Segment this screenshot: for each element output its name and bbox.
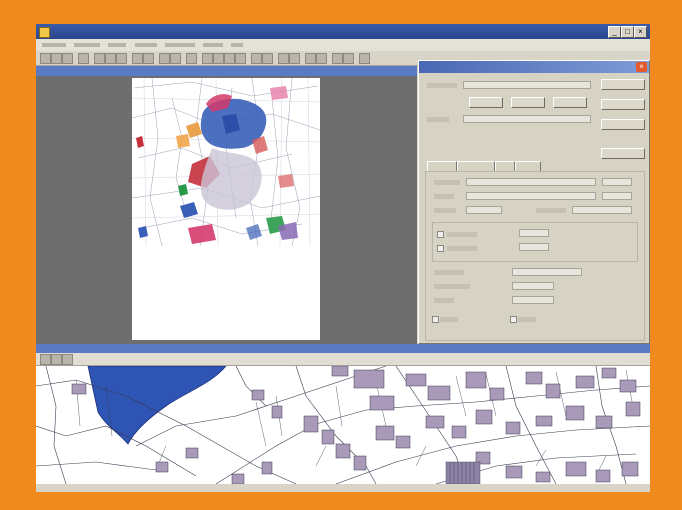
draw-line-icon[interactable] — [213, 53, 224, 64]
measure-icon[interactable] — [235, 53, 246, 64]
numeric-field[interactable] — [602, 178, 632, 186]
text-field[interactable] — [463, 81, 591, 89]
numeric-field[interactable] — [602, 192, 632, 200]
options-group — [432, 222, 638, 262]
redo-icon[interactable] — [143, 53, 154, 64]
zoom-out-icon[interactable] — [170, 53, 181, 64]
dialog-button[interactable] — [511, 97, 545, 108]
help-icon[interactable] — [359, 53, 370, 64]
tab-general[interactable] — [427, 161, 457, 171]
menu-item[interactable] — [42, 43, 66, 47]
pan-icon[interactable] — [62, 354, 73, 365]
table-icon[interactable] — [332, 53, 343, 64]
dialog-button-help[interactable] — [601, 148, 645, 159]
field-label — [434, 208, 456, 213]
dialog-button[interactable] — [553, 97, 587, 108]
app-icon — [39, 27, 50, 38]
status-bar — [36, 484, 650, 492]
field-label — [427, 117, 449, 122]
field-label — [536, 208, 566, 213]
numeric-field[interactable] — [519, 229, 549, 237]
field-label — [434, 284, 470, 289]
dialog-button-ok[interactable] — [601, 79, 645, 90]
print-page-preview[interactable] — [132, 78, 320, 340]
dropdown-field[interactable] — [572, 206, 632, 214]
checkbox[interactable] — [432, 316, 439, 323]
map-toolbar — [36, 353, 650, 366]
print-icon[interactable] — [78, 53, 89, 64]
refresh-icon[interactable] — [278, 53, 289, 64]
cadastral-map[interactable] — [36, 366, 650, 484]
checkbox-label — [447, 246, 477, 251]
dialog-button-apply[interactable] — [601, 119, 645, 130]
menu-item[interactable] — [164, 43, 195, 47]
menu-item[interactable] — [74, 43, 101, 47]
info-icon[interactable] — [289, 53, 300, 64]
overview-map — [132, 78, 320, 247]
dialog-button-cancel[interactable] — [601, 99, 645, 110]
draw-polygon-icon[interactable] — [224, 53, 235, 64]
checkbox[interactable] — [437, 231, 444, 238]
dropdown-field[interactable] — [512, 268, 582, 276]
tab-text[interactable] — [495, 161, 515, 171]
pan-icon[interactable] — [186, 53, 197, 64]
tab-panel — [425, 171, 645, 341]
checkbox[interactable] — [437, 245, 444, 252]
minimize-button[interactable]: _ — [608, 26, 621, 38]
menu-item[interactable] — [108, 43, 127, 47]
map-pane-header — [36, 344, 650, 353]
tab-settings[interactable] — [457, 161, 495, 171]
layers-icon[interactable] — [251, 53, 262, 64]
chart-icon[interactable] — [343, 53, 354, 64]
snap-icon[interactable] — [316, 53, 327, 64]
checkbox-label — [440, 317, 458, 322]
map-view-pane[interactable] — [36, 344, 650, 490]
zoom-in-icon[interactable] — [40, 354, 51, 365]
zoom-out-icon[interactable] — [51, 354, 62, 365]
field-label — [427, 83, 457, 88]
menu-item[interactable] — [203, 43, 224, 47]
paste-icon[interactable] — [116, 53, 127, 64]
layout-view-pane — [36, 66, 417, 344]
dialog-title[interactable] — [419, 61, 649, 73]
field-label — [434, 194, 454, 199]
dialog-button[interactable] — [469, 97, 503, 108]
save-icon[interactable] — [62, 53, 73, 64]
new-icon[interactable] — [40, 53, 51, 64]
text-field[interactable] — [512, 282, 554, 290]
tab-options[interactable] — [515, 161, 541, 171]
menu-item[interactable] — [231, 43, 244, 47]
text-field[interactable] — [463, 115, 591, 123]
close-button[interactable]: × — [634, 26, 647, 38]
properties-dialog: × — [418, 60, 650, 344]
copy-icon[interactable] — [105, 53, 116, 64]
cut-icon[interactable] — [94, 53, 105, 64]
menu-bar[interactable] — [36, 39, 650, 51]
screenshot-frame: _ □ × × — [36, 24, 650, 492]
undo-icon[interactable] — [132, 53, 143, 64]
numeric-field[interactable] — [519, 243, 549, 251]
grid-icon[interactable] — [305, 53, 316, 64]
select-icon[interactable] — [202, 53, 213, 64]
dialog-close-button[interactable]: × — [636, 62, 647, 72]
layout-pane-header — [36, 66, 417, 76]
maximize-button[interactable]: □ — [621, 26, 634, 38]
field-label — [434, 270, 464, 275]
open-icon[interactable] — [51, 53, 62, 64]
checkbox-label — [518, 317, 536, 322]
app-titlebar[interactable]: _ □ × — [36, 24, 650, 39]
checkbox-label — [447, 232, 477, 237]
field-label — [434, 298, 454, 303]
field-label — [434, 180, 460, 185]
properties-icon[interactable] — [262, 53, 273, 64]
checkbox[interactable] — [510, 316, 517, 323]
text-field[interactable] — [512, 296, 554, 304]
dropdown-field[interactable] — [466, 206, 502, 214]
zoom-in-icon[interactable] — [159, 53, 170, 64]
text-field[interactable] — [466, 178, 596, 186]
text-field[interactable] — [466, 192, 596, 200]
menu-item[interactable] — [134, 43, 157, 47]
